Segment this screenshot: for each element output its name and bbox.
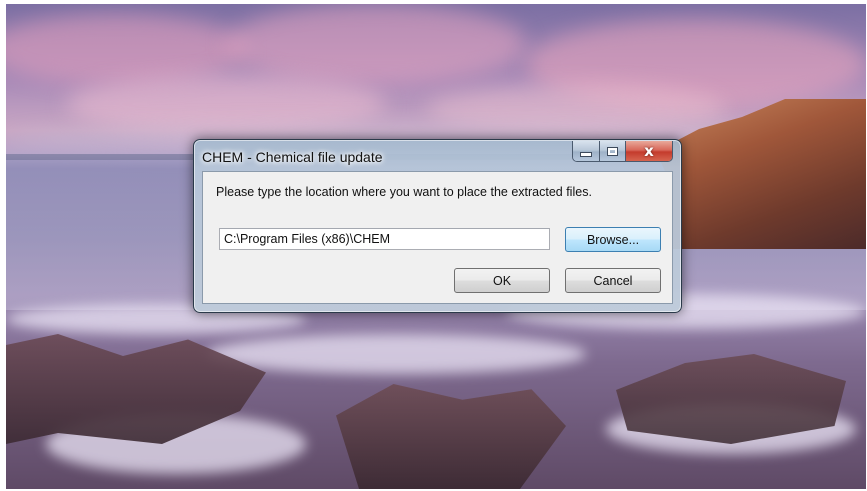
- caption-buttons: x: [572, 141, 673, 162]
- window-title: CHEM - Chemical file update: [202, 149, 383, 165]
- browse-button[interactable]: Browse...: [565, 227, 661, 252]
- wallpaper-foam: [206, 334, 586, 374]
- chem-update-dialog: CHEM - Chemical file update x Please typ…: [193, 139, 682, 313]
- close-button[interactable]: x: [626, 141, 672, 161]
- minimize-icon: [580, 152, 592, 157]
- prompt-text: Please type the location where you want …: [216, 185, 592, 199]
- maximize-button[interactable]: [600, 141, 626, 161]
- minimize-button[interactable]: [573, 141, 600, 161]
- destination-path-input[interactable]: [219, 228, 550, 250]
- close-icon: x: [644, 141, 654, 160]
- ok-button[interactable]: OK: [454, 268, 550, 293]
- title-bar[interactable]: CHEM - Chemical file update x: [194, 140, 681, 172]
- wallpaper-rocks: [336, 384, 566, 489]
- maximize-icon: [607, 146, 618, 156]
- wallpaper-cloud: [226, 4, 526, 84]
- cancel-button[interactable]: Cancel: [565, 268, 661, 293]
- dialog-client-area: Please type the location where you want …: [202, 171, 673, 304]
